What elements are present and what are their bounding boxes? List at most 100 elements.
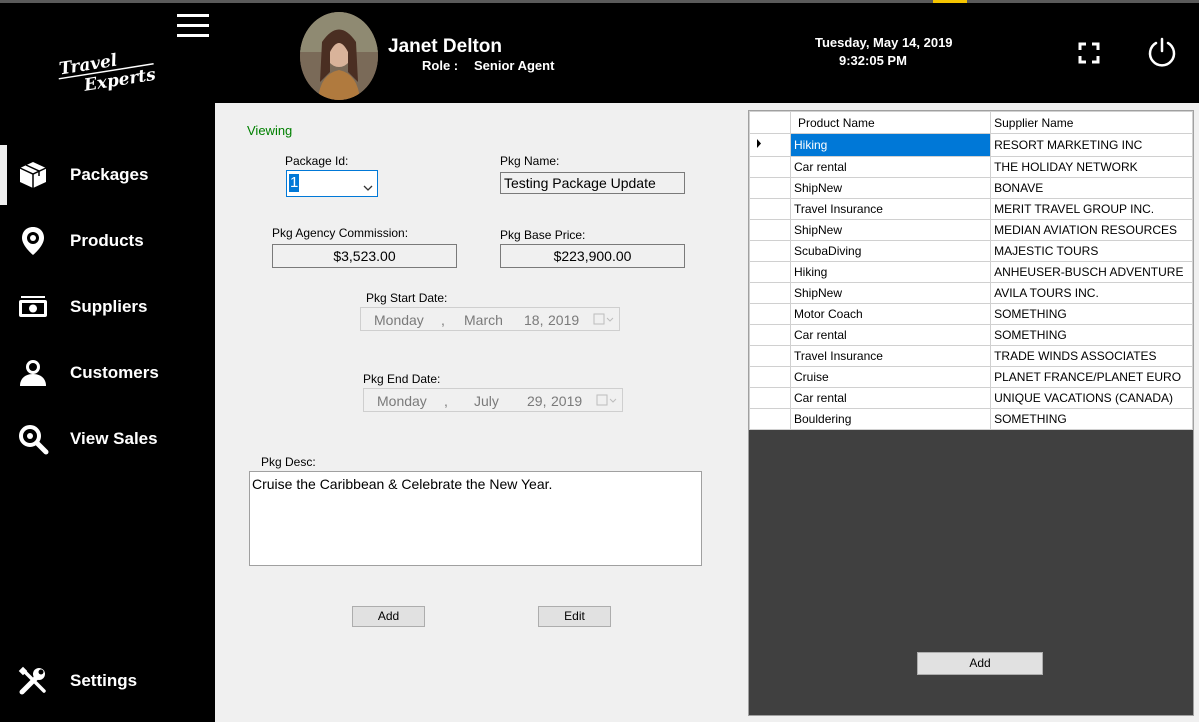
sidebar-item-customers[interactable]: Customers [0,353,215,393]
grid-header-row: Product Name Supplier Name [749,111,1193,134]
sidebar-item-products[interactable]: Products [0,221,215,261]
product-name-cell[interactable]: Car rental [789,156,992,178]
mode-status: Viewing [247,123,293,138]
start-date-picker[interactable]: Monday , March 18, 2019 [360,307,620,331]
row-header-cell[interactable] [749,345,791,367]
supplier-name-cell[interactable]: BONAVE [990,177,1193,199]
product-name-cell[interactable]: ShipNew [789,177,992,199]
calendar-dropdown-icon[interactable] [596,394,618,407]
supplier-name-cell[interactable]: THE HOLIDAY NETWORK [990,156,1193,178]
row-header-cell[interactable] [749,366,791,388]
supplier-name-cell[interactable]: MAJESTIC TOURS [990,240,1193,262]
end-date-picker[interactable]: Monday , July 29, 2019 [363,388,623,412]
row-header-cell[interactable] [749,324,791,346]
product-name-cell[interactable]: Car rental [789,324,992,346]
sidebar-item-packages[interactable]: Packages [0,155,215,195]
grid-add-button[interactable]: Add [917,652,1043,675]
table-row[interactable]: Car rental THE HOLIDAY NETWORK [749,156,1193,178]
sidebar-item-label: Products [70,231,144,250]
row-pointer-icon [757,139,761,148]
table-row[interactable]: Car rental SOMETHING [749,324,1193,346]
product-name-cell[interactable]: Travel Insurance [789,345,992,367]
avatar [300,12,378,100]
column-header-supplier[interactable]: Supplier Name [990,111,1193,134]
table-row[interactable]: Car rental UNIQUE VACATIONS (CANADA) [749,387,1193,409]
location-pin-icon [17,225,49,257]
commission-label: Pkg Agency Commission: [272,226,409,240]
table-row[interactable]: ShipNew MEDIAN AVIATION RESOURCES [749,219,1193,241]
chevron-down-icon [363,179,373,191]
product-name-cell[interactable]: Cruise [789,366,992,388]
power-icon[interactable] [1146,36,1178,68]
product-name-cell[interactable]: ScubaDiving [789,240,992,262]
role-value: Senior Agent [474,58,555,73]
sidebar-item-settings[interactable]: Settings [0,661,215,701]
supplier-name-cell[interactable]: MEDIAN AVIATION RESOURCES [990,219,1193,241]
base-price-field[interactable]: $223,900.00 [500,244,685,268]
top-border [0,0,1199,3]
base-price-label: Pkg Base Price: [500,228,586,242]
table-row[interactable]: Cruise PLANET FRANCE/PLANET EURO [749,366,1193,388]
row-header-cell[interactable] [749,387,791,409]
pkg-name-field[interactable]: Testing Package Update [500,172,685,194]
row-header-cell[interactable] [749,156,791,178]
row-header-cell[interactable] [749,303,791,325]
supplier-name-cell[interactable]: SOMETHING [990,303,1193,325]
table-row[interactable]: ShipNew AVILA TOURS INC. [749,282,1193,304]
current-date: Tuesday, May 14, 2019 [815,35,953,50]
product-name-cell[interactable]: Hiking [789,133,992,157]
product-name-cell[interactable]: Motor Coach [789,303,992,325]
package-id-select[interactable]: 1 [286,170,378,197]
product-name-cell[interactable]: Hiking [789,261,992,283]
desc-textarea[interactable]: Cruise the Caribbean & Celebrate the New… [249,471,702,566]
sidebar-item-suppliers[interactable]: Suppliers [0,287,215,327]
row-header-cell[interactable] [749,282,791,304]
sidebar-item-view-sales[interactable]: View Sales [0,419,215,459]
product-name-cell[interactable]: ShipNew [789,282,992,304]
commission-field[interactable]: $3,523.00 [272,244,457,268]
product-name-cell[interactable]: Travel Insurance [789,198,992,220]
package-id-label: Package Id: [285,154,349,168]
start-date-sep: , [441,312,445,328]
table-row[interactable]: Hiking RESORT MARKETING INC [749,133,1193,157]
table-row[interactable]: Travel Insurance TRADE WINDS ASSOCIATES [749,345,1193,367]
calendar-dropdown-icon[interactable] [593,313,615,326]
money-stack-icon [17,291,49,323]
supplier-name-cell[interactable]: SOMETHING [990,324,1193,346]
row-header-cell[interactable] [749,198,791,220]
row-header-cell[interactable] [749,219,791,241]
edit-button[interactable]: Edit [538,606,611,627]
sidebar-item-label: View Sales [70,429,158,448]
sidebar-item-label: Customers [70,363,159,382]
end-date-year: 2019 [551,393,583,409]
row-header-cell[interactable] [749,177,791,199]
supplier-name-cell[interactable]: PLANET FRANCE/PLANET EURO [990,366,1193,388]
product-name-cell[interactable]: Bouldering [789,408,992,430]
row-header-cell[interactable] [749,408,791,430]
end-date-day: 29, [527,393,547,409]
table-row[interactable]: Travel Insurance MERIT TRAVEL GROUP INC. [749,198,1193,220]
supplier-name-cell[interactable]: TRADE WINDS ASSOCIATES [990,345,1193,367]
supplier-name-cell[interactable]: RESORT MARKETING INC [990,133,1193,157]
product-supplier-grid[interactable]: Product Name Supplier Name Hiking RESORT … [748,110,1194,716]
supplier-name-cell[interactable]: UNIQUE VACATIONS (CANADA) [990,387,1193,409]
table-row[interactable]: Motor Coach SOMETHING [749,303,1193,325]
add-button[interactable]: Add [352,606,425,627]
supplier-name-cell[interactable]: AVILA TOURS INC. [990,282,1193,304]
supplier-name-cell[interactable]: MERIT TRAVEL GROUP INC. [990,198,1193,220]
hamburger-menu-icon[interactable] [177,14,209,38]
table-row[interactable]: ShipNew BONAVE [749,177,1193,199]
table-row[interactable]: ScubaDiving MAJESTIC TOURS [749,240,1193,262]
product-name-cell[interactable]: Car rental [789,387,992,409]
row-header-cell[interactable] [749,261,791,283]
table-row[interactable]: Hiking ANHEUSER-BUSCH ADVENTURE [749,261,1193,283]
row-header-cell[interactable] [749,133,791,157]
role-label: Role : [422,58,459,73]
column-header-product[interactable]: Product Name [789,111,992,134]
supplier-name-cell[interactable]: SOMETHING [990,408,1193,430]
fullscreen-icon[interactable] [1078,42,1100,64]
supplier-name-cell[interactable]: ANHEUSER-BUSCH ADVENTURE [990,261,1193,283]
table-row[interactable]: Bouldering SOMETHING [749,408,1193,430]
row-header-cell[interactable] [749,240,791,262]
product-name-cell[interactable]: ShipNew [789,219,992,241]
